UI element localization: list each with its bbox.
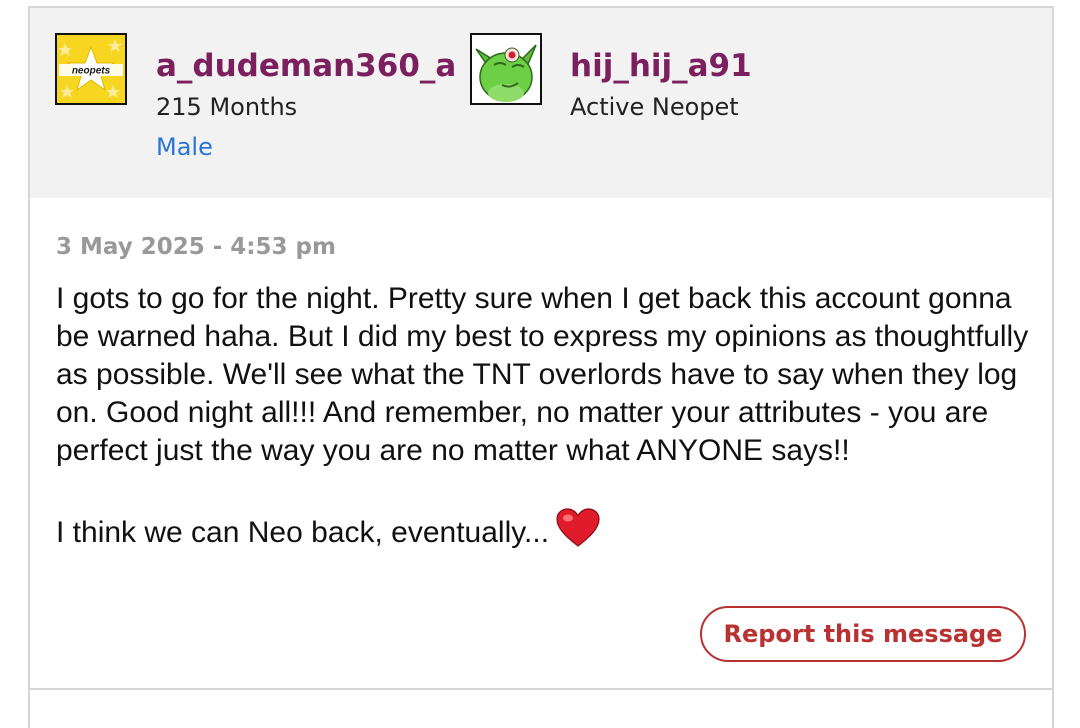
pet-name[interactable]: hij_hij_a91: [570, 48, 752, 84]
message-card: neopets a_dudeman360_a 215 Months Male h…: [28, 6, 1054, 728]
sender-gender-link[interactable]: Male: [156, 132, 213, 162]
message-timestamp: 3 May 2025 - 4:53 pm: [56, 234, 336, 260]
sender-username[interactable]: a_dudeman360_a: [156, 48, 456, 84]
message-text: I gots to go for the night. Pretty sure …: [56, 282, 1029, 549]
report-message-button[interactable]: Report this message: [700, 606, 1026, 662]
message-body: I gots to go for the night. Pretty sure …: [56, 280, 1046, 552]
green-pet-avatar-icon: [472, 35, 540, 103]
neopets-star-avatar-icon: neopets: [57, 35, 125, 103]
red-heart-icon: [556, 508, 600, 547]
pet-status: Active Neopet: [570, 93, 739, 121]
message-header: neopets a_dudeman360_a 215 Months Male h…: [30, 8, 1052, 198]
card-divider: [28, 688, 1054, 690]
pet-avatar[interactable]: [470, 33, 542, 105]
sender-avatar[interactable]: neopets: [55, 33, 127, 105]
avatar-logo-text: neopets: [72, 66, 111, 77]
sender-account-age: 215 Months: [156, 93, 298, 121]
